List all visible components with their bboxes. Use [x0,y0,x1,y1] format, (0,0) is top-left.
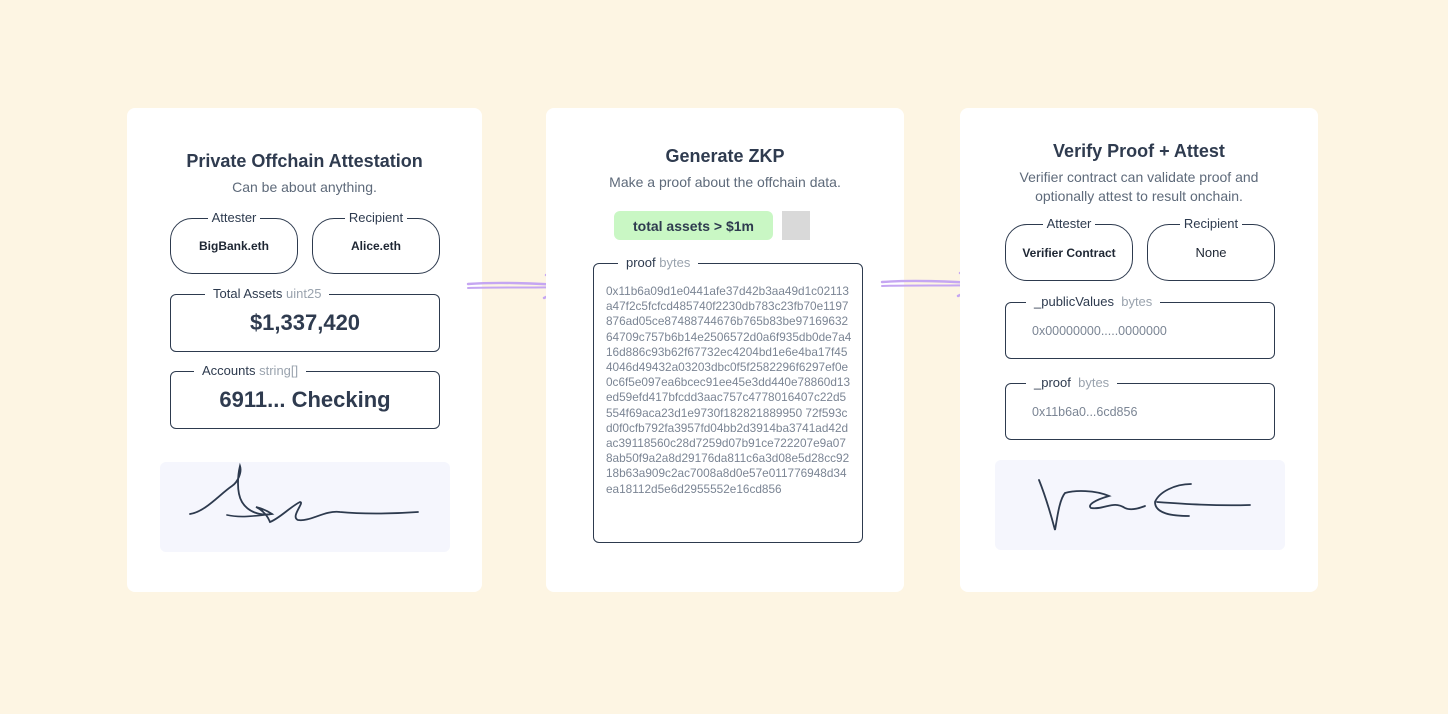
attester-value: Verifier Contract [1022,245,1116,260]
field-name: proof [626,255,656,270]
public-values-value: 0x00000000.....0000000 [1032,323,1167,338]
total-assets-field: Total Assets uint25 $1,337,420 [170,286,440,352]
attester-value: BigBank.eth [198,239,269,253]
attestation-card: Private Offchain Attestation Can be abou… [127,108,482,592]
recipient-pill: Recipient Alice.eth [312,210,440,274]
card-title: Private Offchain Attestation [186,151,423,171]
field-type: bytes [659,255,691,270]
subtitle-line: optionally attest to result onchain. [1035,188,1243,204]
signature-icon [189,462,419,524]
signature-box [995,460,1285,550]
recipient-value: None [1195,245,1227,260]
card-title: Generate ZKP [665,146,785,166]
signature-icon [1038,479,1251,531]
proof-field: proof bytes 0x11b6a09d1e0441afe37d42b3aa… [593,255,863,543]
attester-pill: Attester BigBank.eth [170,210,298,274]
zkp-card: Generate ZKP Make a proof about the offc… [546,108,904,592]
accounts-field: Accounts string[] 6911... Checking [170,363,440,429]
proof-param-field: _proof bytes 0x11b6a0...6cd856 [1005,375,1275,440]
proof-param-value: 0x11b6a0...6cd856 [1032,404,1138,419]
claim-chip: total assets > $1m [614,211,773,240]
total-assets-value: $1,337,420 [249,310,361,335]
card-subtitle: Can be about anything. [232,179,377,195]
card-subtitle: Make a proof about the offchain data. [609,174,841,190]
proof-value: 0x11b6a09d1e0441afe37d42b3aa49d1c02113a4… [606,284,852,496]
verify-card: Verify Proof + Attest Verifier contract … [960,108,1318,592]
recipient-pill: Recipient None [1147,216,1275,281]
signature-box [160,462,450,552]
card-subtitle: Verifier contract can validate proof and… [960,168,1318,206]
public-values-field: _publicValues bytes 0x00000000.....00000… [1005,294,1275,359]
color-swatch [782,211,810,240]
subtitle-line: Verifier contract can validate proof and [1019,169,1259,185]
accounts-value: 6911... Checking [219,387,391,412]
card-title: Verify Proof + Attest [1053,141,1225,161]
recipient-value: Alice.eth [350,239,401,253]
attester-pill: Attester Verifier Contract [1005,216,1133,281]
